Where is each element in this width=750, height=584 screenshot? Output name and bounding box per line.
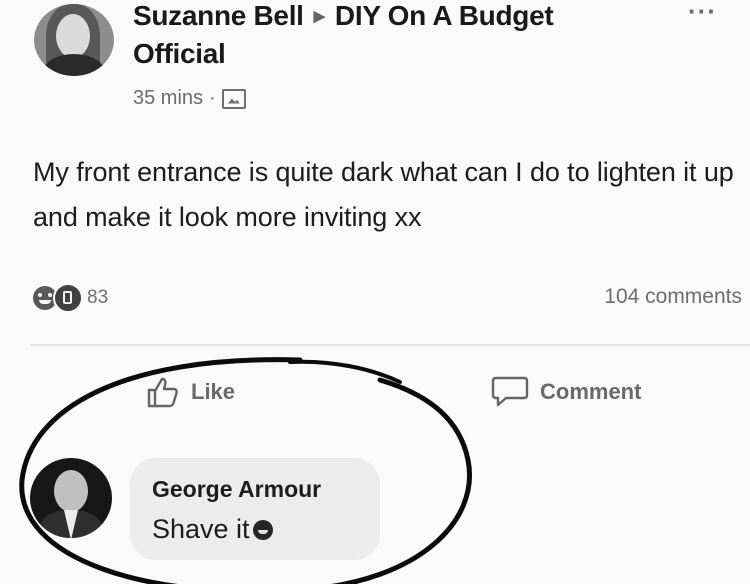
commenter-name[interactable]: George Armour [152,476,321,503]
reaction-summary[interactable]: 83 [33,283,108,313]
post-timestamp[interactable]: 35 mins [133,87,203,110]
comment-button[interactable]: Comment [490,374,641,410]
arrow-right-icon: ▶ [313,8,326,25]
meta-separator: · [209,87,216,109]
comment-bubble: George Armour Shave it [130,458,380,560]
post-header: Suzanne Bell ▶ DIY On A Budget [133,0,554,32]
comment-label: Comment [540,379,642,404]
commenter-avatar[interactable] [30,458,112,538]
action-divider [30,344,750,346]
reaction-count: 83 [87,287,109,308]
author-avatar[interactable] [34,4,114,76]
group-privacy-icon [221,88,246,109]
avatar-face [56,14,90,58]
speech-bubble-icon [491,376,529,407]
author-name[interactable]: Suzanne Bell [133,0,304,32]
like-button[interactable]: Like [145,374,235,410]
post-body-text: My front entrance is quite dark what can… [33,157,734,232]
laughing-emoji-icon [252,519,273,540]
group-name-continued[interactable]: Official [133,38,226,70]
commenter-face [54,470,88,512]
comment-body: Shave it [152,514,250,544]
comments-count-link[interactable]: 104 comments [604,285,742,309]
more-options-icon[interactable]: ··· [688,0,717,27]
like-label: Like [191,379,236,404]
like-reaction-icon [53,283,83,313]
thumbs-up-icon [147,377,178,408]
post-card: Suzanne Bell ▶ DIY On A Budget Official … [0,0,750,584]
post-meta: 35 mins · [133,87,246,110]
comment-text: Shave it [152,514,273,545]
group-name[interactable]: DIY On A Budget [335,0,554,32]
